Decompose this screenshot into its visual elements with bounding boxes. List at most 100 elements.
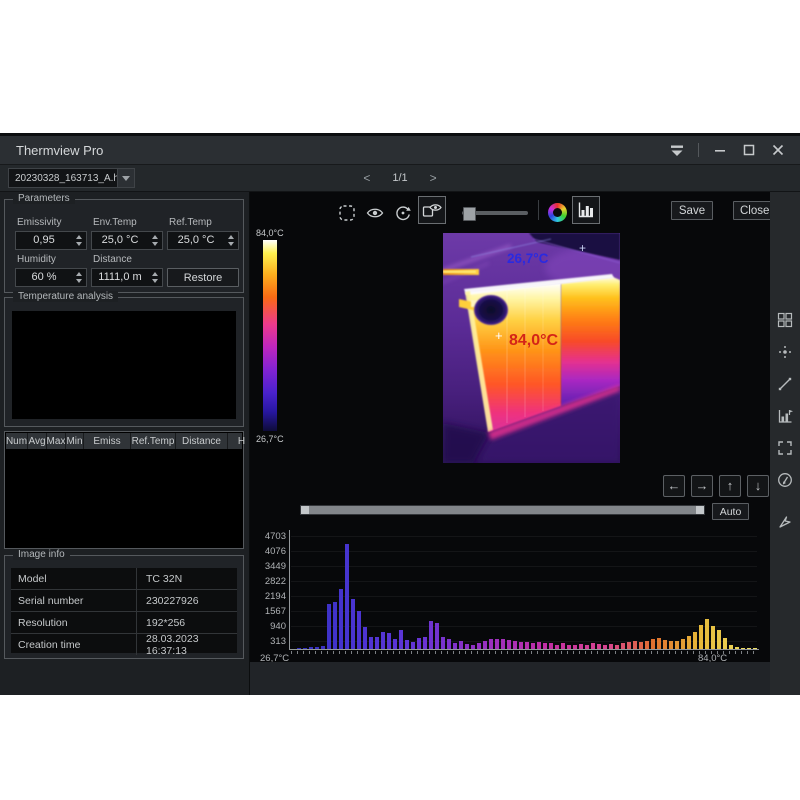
humidity-spinner[interactable] xyxy=(72,269,86,286)
histogram-bar xyxy=(369,637,373,649)
histogram-bar xyxy=(699,625,703,649)
analysis-table-body xyxy=(6,449,242,547)
histogram-x-ticks xyxy=(291,651,757,654)
histogram-bar xyxy=(693,632,697,649)
page-navigation: < 1/1 > xyxy=(363,165,436,191)
minimize-icon[interactable] xyxy=(712,142,728,158)
max-temp-cross-marker: + xyxy=(495,328,503,343)
spot-point-icon[interactable] xyxy=(777,344,793,360)
select-area-icon[interactable] xyxy=(338,204,356,222)
histogram-y-tick: 940 xyxy=(250,621,286,632)
histogram-bar xyxy=(627,642,631,649)
analysis-column-min[interactable]: Min xyxy=(66,433,84,449)
distance-spinbox[interactable]: 1111,0 m xyxy=(91,268,163,287)
histogram-bar xyxy=(633,641,637,649)
analysis-column-max[interactable]: Max xyxy=(47,433,66,449)
pan-down-button[interactable]: ↓ xyxy=(747,475,769,497)
circle-cursor-icon[interactable] xyxy=(777,472,793,488)
auto-scale-button[interactable]: Auto xyxy=(712,503,749,520)
title-bar: Thermview Pro xyxy=(0,136,800,165)
ref-temp-spinbox[interactable]: 25,0 °C xyxy=(167,231,239,250)
line-measure-icon[interactable] xyxy=(777,376,793,392)
histogram-bar xyxy=(399,630,403,649)
emissivity-spinbox[interactable]: 0,95 xyxy=(15,231,87,250)
info-value: 230227926 xyxy=(136,590,237,611)
min-temp-annotation: 26,7°C xyxy=(507,251,548,266)
max-temp-annotation: 84,0°C xyxy=(509,332,558,350)
histogram-bar xyxy=(345,544,349,649)
histogram-y-axis xyxy=(289,530,290,650)
humidity-label: Humidity xyxy=(17,254,56,265)
histogram-bar xyxy=(381,632,385,649)
palette-color-wheel-icon[interactable] xyxy=(548,203,567,222)
file-selector-dropdown[interactable]: 20230328_163713_A.hir xyxy=(8,168,135,188)
analysis-column-avg[interactable]: Avg xyxy=(28,433,47,449)
thermal-image-view[interactable]: 26,7°C + + 84,0°C xyxy=(443,233,620,463)
histogram-bar xyxy=(447,639,451,649)
close-icon[interactable] xyxy=(770,142,786,158)
info-label: Model xyxy=(11,573,136,585)
histogram-bar xyxy=(327,604,331,649)
opacity-slider[interactable] xyxy=(462,211,528,215)
viewer-panel: Save Close 84,0°C 26,7°C xyxy=(250,192,800,695)
histogram-bar xyxy=(333,602,337,649)
info-value: 28.03.2023 16:37:13 xyxy=(136,634,237,655)
analysis-column-num[interactable]: Num xyxy=(6,433,28,449)
histogram-bar xyxy=(525,642,529,649)
histogram-icon xyxy=(577,201,595,219)
close-button[interactable]: Close xyxy=(733,201,775,220)
ref-temp-label: Ref.Temp xyxy=(169,217,212,228)
histogram-bar xyxy=(669,641,673,649)
analysis-table-header: NumAvgMaxMinEmissRef.TempDistanceH xyxy=(6,433,242,449)
emissivity-spinner[interactable] xyxy=(72,232,86,249)
pan-left-button[interactable]: ← xyxy=(663,475,685,497)
menu-dropdown-icon[interactable] xyxy=(669,142,685,158)
region-select-icon[interactable] xyxy=(777,440,793,456)
temperature-range-slider[interactable] xyxy=(300,505,705,515)
restore-button[interactable]: Restore xyxy=(167,268,239,287)
histogram-bar xyxy=(495,639,499,649)
histogram-marker-icon[interactable] xyxy=(777,408,793,424)
histogram-bar xyxy=(393,639,397,649)
distance-label: Distance xyxy=(93,254,132,265)
pan-right-button[interactable]: → xyxy=(691,475,713,497)
image-info-row: ModelTC 32N xyxy=(11,568,237,590)
histogram-bar xyxy=(507,640,511,649)
histogram-x-axis xyxy=(289,649,759,650)
range-slider-handle-right[interactable] xyxy=(696,506,704,514)
maximize-icon[interactable] xyxy=(741,142,757,158)
info-value: 192*256 xyxy=(136,612,237,633)
analysis-column-distance[interactable]: Distance xyxy=(176,433,228,449)
env-temp-spinner[interactable] xyxy=(148,232,162,249)
humidity-spinbox[interactable]: 60 % xyxy=(15,268,87,287)
dropdown-arrow-icon[interactable] xyxy=(117,169,134,187)
analysis-column-emiss[interactable]: Emiss xyxy=(84,433,131,449)
histogram-bar xyxy=(357,611,361,649)
opacity-slider-handle[interactable] xyxy=(463,207,476,221)
visibility-eye-icon[interactable] xyxy=(366,204,384,222)
cursor-select-icon[interactable] xyxy=(777,514,793,530)
histogram-y-tick: 4703 xyxy=(250,531,286,542)
overlay-visible-tool-selected[interactable] xyxy=(418,196,446,224)
histogram-y-tick: 2822 xyxy=(250,576,286,587)
env-temp-value: 25,0 °C xyxy=(92,232,148,249)
grid-layout-icon[interactable] xyxy=(777,312,793,328)
image-info-row: Creation time28.03.2023 16:37:13 xyxy=(11,634,237,655)
histogram-tool-selected[interactable] xyxy=(572,196,600,224)
analysis-column-ref.temp[interactable]: Ref.Temp xyxy=(131,433,176,449)
range-slider-handle-left[interactable] xyxy=(301,506,309,514)
temperature-analysis-title: Temperature analysis xyxy=(13,291,118,302)
pan-up-button[interactable]: ↑ xyxy=(719,475,741,497)
rotate-icon[interactable] xyxy=(394,204,412,222)
env-temp-spinbox[interactable]: 25,0 °C xyxy=(91,231,163,250)
distance-spinner[interactable] xyxy=(148,269,162,286)
thermview-pro-window: Thermview Pro 20230328_163713_A.hir < 1/… xyxy=(0,133,800,692)
next-image-button[interactable]: > xyxy=(430,171,437,185)
histogram-bar xyxy=(375,637,379,649)
prev-image-button[interactable]: < xyxy=(363,171,370,185)
histogram-bar xyxy=(351,599,355,649)
histogram-bar xyxy=(441,637,445,649)
ref-temp-spinner[interactable] xyxy=(224,232,238,249)
save-button[interactable]: Save xyxy=(671,201,713,220)
image-info-group: Image info ModelTC 32NSerial number23022… xyxy=(4,555,244,659)
